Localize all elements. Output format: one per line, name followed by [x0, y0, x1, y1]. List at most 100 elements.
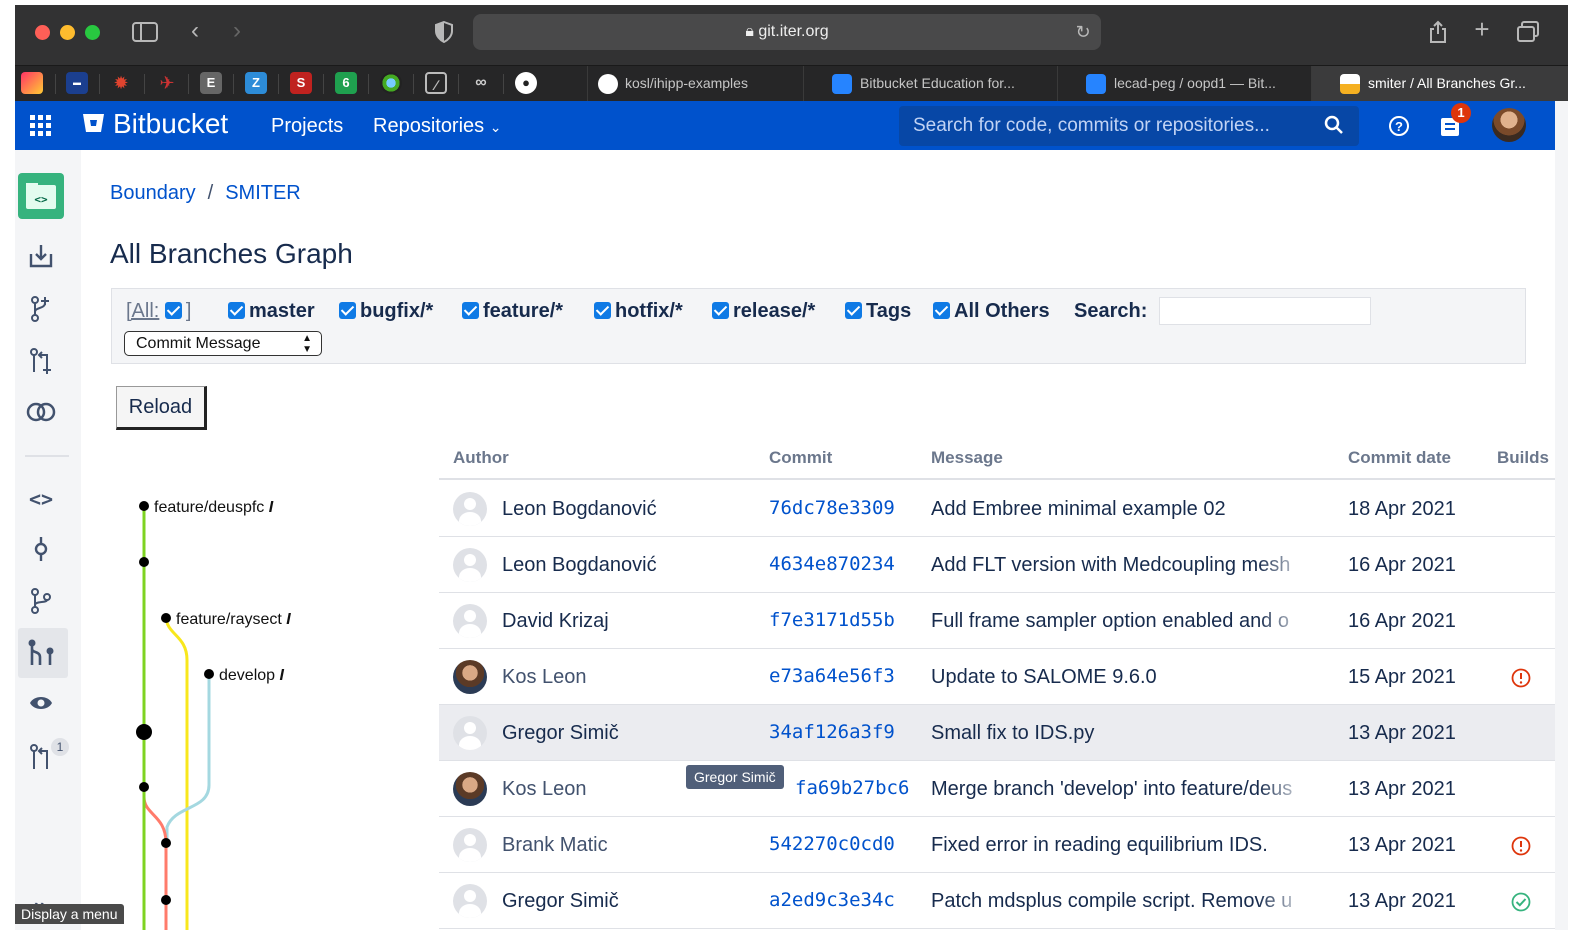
filter-tags[interactable]: Tags	[845, 299, 911, 323]
page-scrollbar[interactable]	[1555, 101, 1568, 930]
avatar	[453, 660, 487, 694]
commit-hash-link[interactable]: 542270c0cd0	[769, 832, 895, 856]
nav-repositories[interactable]: Repositories ⌄	[373, 114, 501, 139]
table-row[interactable]: David Krizaj f7e3171d55b Full frame samp…	[439, 593, 1555, 649]
tab-github-examples[interactable]: kosl/ihipp-examples	[587, 66, 803, 101]
breadcrumb-project[interactable]: Boundary	[110, 182, 196, 204]
close-window-button[interactable]	[35, 25, 50, 40]
address-bar[interactable]: 🔒︎ git.iter.org ↻	[473, 14, 1101, 50]
build-success-icon[interactable]	[1511, 892, 1531, 912]
reload-page-icon[interactable]: ↻	[1073, 22, 1093, 42]
branch-icon: Ɩ	[286, 611, 291, 628]
commit-author: Leon Bogdanović	[502, 498, 657, 520]
filter-all[interactable]: [All: ]	[126, 299, 191, 323]
filter-release[interactable]: release/*	[712, 299, 815, 323]
commit-hash-link[interactable]: e73a64e56f3	[769, 664, 895, 688]
pinned-tab-circle-icon[interactable]	[380, 72, 402, 94]
filter-hotfix[interactable]: hotfix/*	[594, 299, 683, 323]
pinned-tab-s-icon[interactable]: S	[290, 72, 312, 94]
checkbox-all-others[interactable]	[933, 302, 950, 319]
checkbox-hotfix[interactable]	[594, 302, 611, 319]
global-search-input[interactable]: Search for code, commits or repositories…	[899, 106, 1359, 146]
breadcrumb-repo[interactable]: SMITER	[225, 182, 301, 204]
table-row[interactable]: Gregor Simič 34af126a3f9 Small fix to ID…	[439, 705, 1555, 761]
compare-icon[interactable]	[25, 400, 57, 432]
filter-all-others[interactable]: All Others	[933, 299, 1050, 323]
commit-hash-link[interactable]: 76dc78e3309	[769, 496, 895, 520]
table-row[interactable]: Gregor Simič a2ed9c3e34c Patch mdsplus c…	[439, 873, 1555, 929]
branch-label-deuspfc[interactable]: feature/deuspfc Ɩ	[154, 498, 273, 518]
minimize-window-button[interactable]	[60, 25, 75, 40]
build-failed-icon[interactable]	[1511, 668, 1531, 688]
app-switcher-icon[interactable]	[29, 115, 53, 141]
pinned-tab-bug-icon[interactable]: ✹	[110, 72, 132, 94]
nav-projects[interactable]: Projects	[271, 114, 343, 138]
table-row[interactable]: Leon Bogdanović 4634e870234 Add FLT vers…	[439, 537, 1555, 593]
pinned-tab-e-icon[interactable]: E	[200, 72, 222, 94]
share-icon[interactable]	[1427, 20, 1449, 48]
browser-window: ‹ › 🔒︎ git.iter.org ↻ + ▬ ✹ ✈ E Z S 6 ∕ …	[15, 5, 1568, 930]
zoom-window-button[interactable]	[85, 25, 100, 40]
commit-hash-link[interactable]: 4634e870234	[769, 552, 895, 576]
bitbucket-logo-icon[interactable]	[83, 113, 104, 133]
graph-node	[139, 782, 149, 792]
sidebar-toggle-icon[interactable]	[132, 22, 158, 46]
commit-hash-link[interactable]: fa69b27bc6	[795, 776, 909, 800]
create-branch-icon[interactable]	[25, 295, 57, 327]
forward-icon[interactable]: ›	[227, 19, 247, 43]
pinned-tab-analytics-icon[interactable]	[21, 72, 43, 94]
user-avatar[interactable]	[1492, 108, 1526, 142]
pinned-tab-notes-icon[interactable]: ∕	[425, 72, 447, 94]
commit-hash-link[interactable]: 34af126a3f9	[769, 720, 895, 744]
tab-bitbucket-education[interactable]: Bitbucket Education for...	[803, 66, 1057, 101]
create-pull-request-icon[interactable]	[25, 347, 57, 379]
back-icon[interactable]: ‹	[185, 19, 205, 43]
help-icon[interactable]: ?	[1388, 115, 1410, 141]
bitbucket-logo[interactable]: Bitbucket	[113, 106, 228, 142]
checkbox-feature[interactable]	[462, 302, 479, 319]
filter-master[interactable]: master	[228, 299, 315, 323]
commit-date: 18 Apr 2021	[1348, 498, 1456, 520]
tab-smiter-graph[interactable]: smiter / All Branches Gr...	[1311, 66, 1568, 101]
build-failed-icon[interactable]	[1511, 836, 1531, 856]
new-tab-icon[interactable]: +	[1471, 16, 1493, 42]
pinned-tab-link-icon[interactable]: ∞	[470, 72, 492, 94]
checkbox-master[interactable]	[228, 302, 245, 319]
repo-avatar-icon[interactable]: <>	[18, 173, 64, 219]
pinned-tab-github-icon[interactable]: ●	[515, 72, 537, 94]
pinned-tab-z-icon[interactable]: Z	[245, 72, 267, 94]
checkbox-release[interactable]	[712, 302, 729, 319]
table-row[interactable]: Leon Bogdanović 76dc78e3309 Add Embree m…	[439, 481, 1555, 537]
branches-icon[interactable]	[25, 587, 57, 619]
search-icon[interactable]	[1323, 115, 1345, 139]
privacy-shield-icon[interactable]	[433, 20, 455, 47]
filter-bugfix[interactable]: bugfix/*	[339, 299, 433, 323]
watch-icon[interactable]	[25, 691, 57, 723]
checkbox-all[interactable]	[164, 302, 182, 319]
pinned-tab-plane-icon[interactable]: ✈	[156, 72, 178, 94]
commit-date: 16 Apr 2021	[1348, 554, 1456, 576]
avatar	[453, 772, 487, 806]
branch-label-develop[interactable]: develop Ɩ	[219, 666, 284, 686]
checkbox-bugfix[interactable]	[339, 302, 356, 319]
commit-hash-link[interactable]: f7e3171d55b	[769, 608, 895, 632]
display-mode-select[interactable]: Commit Message ▲ ▼	[124, 331, 322, 356]
table-row[interactable]: Brank Matic 542270c0cd0 Fixed error in r…	[439, 817, 1555, 873]
filter-search-input[interactable]	[1159, 297, 1371, 325]
table-row[interactable]: Kos Leon e73a64e56f3 Update to SALOME 9.…	[439, 649, 1555, 705]
source-icon[interactable]: <>	[25, 483, 57, 515]
filter-feature[interactable]: feature/*	[462, 299, 563, 323]
search-placeholder: Search for code, commits or repositories…	[913, 115, 1270, 136]
tab-oopd1[interactable]: lecad-peg / oopd1 — Bit...	[1057, 66, 1311, 101]
commits-icon[interactable]	[25, 535, 57, 567]
checkbox-tags[interactable]	[845, 302, 862, 319]
all-branches-graph-icon[interactable]	[26, 637, 58, 669]
tab-overview-icon[interactable]	[1516, 21, 1540, 47]
commit-hash-link[interactable]: a2ed9c3e34c	[769, 888, 895, 912]
table-row[interactable]: Kos Leon fa69b27bc6 Merge branch 'develo…	[439, 761, 1555, 817]
clone-icon[interactable]	[25, 242, 57, 274]
pinned-tab-orcid-icon[interactable]: ▬	[66, 72, 88, 94]
reload-button[interactable]: Reload	[116, 386, 207, 430]
branch-label-raysect[interactable]: feature/raysect Ɩ	[176, 610, 291, 630]
pinned-tab-six-icon[interactable]: 6	[335, 72, 357, 94]
